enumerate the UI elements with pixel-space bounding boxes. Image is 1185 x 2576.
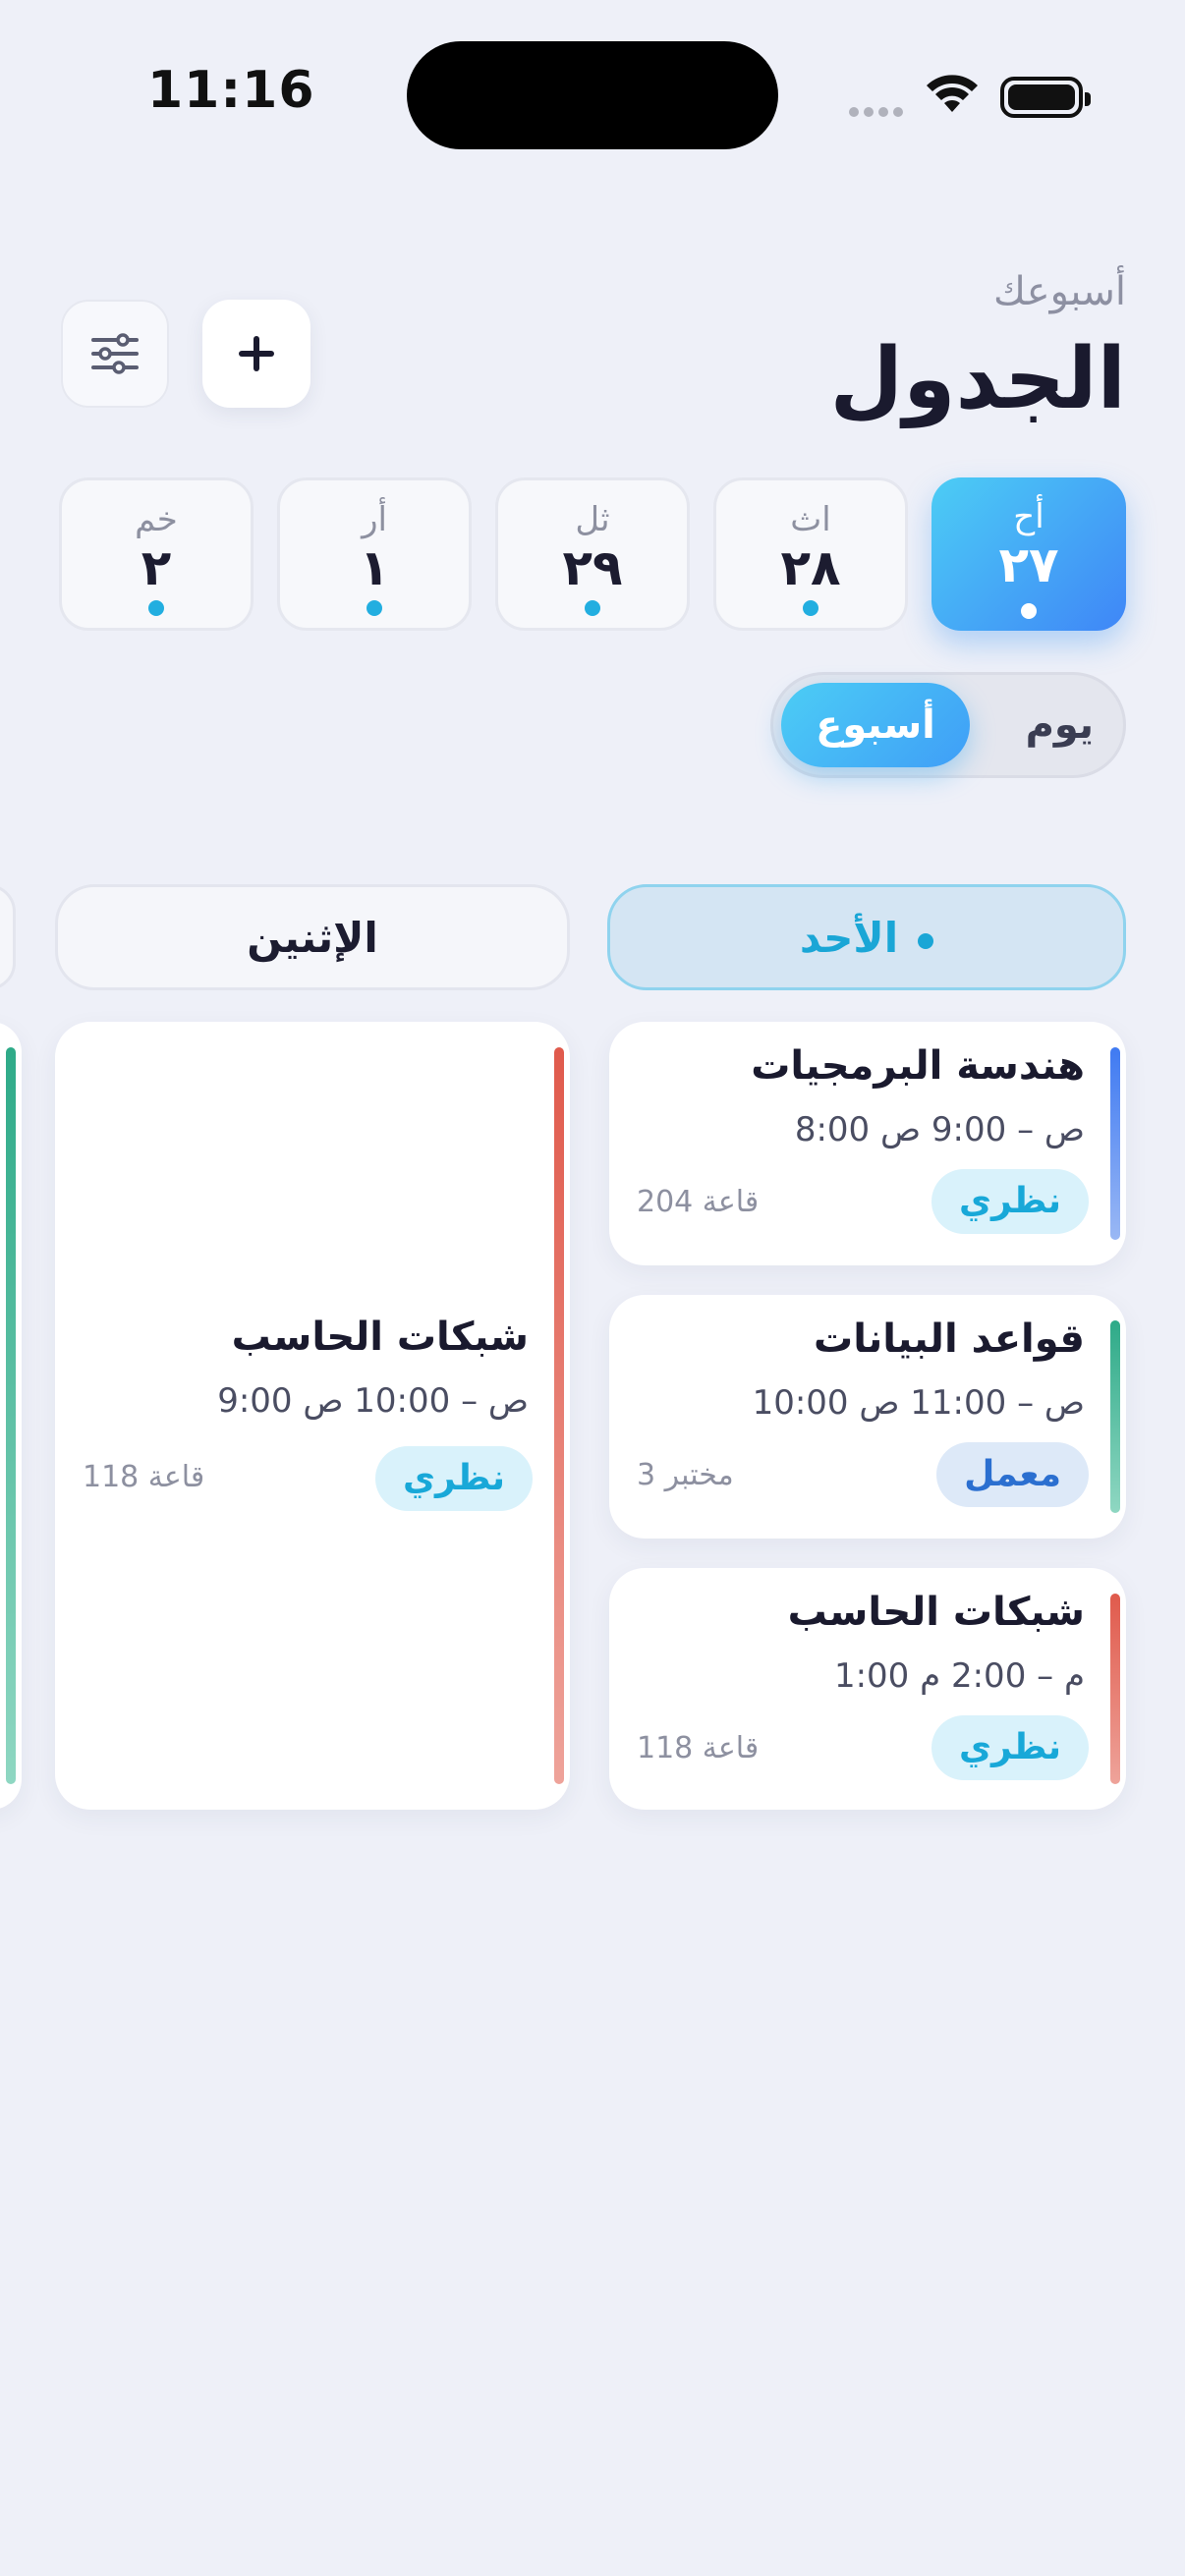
day-chip-date: ٢٨ [780, 539, 841, 596]
week-view-button[interactable]: أسبوع [781, 683, 970, 767]
class-card[interactable]: قواعد البيانات 10:00 ص – 11:00 ص معمل مخ… [609, 1295, 1126, 1539]
day-view-button[interactable]: يوم [1026, 683, 1094, 767]
day-chip-name: اث [790, 500, 831, 539]
column-header-sunday[interactable]: الأحد [607, 884, 1126, 990]
column-header-label: الأحد [799, 914, 899, 962]
class-card[interactable]: شبكات الحاسب 1:00 م – 2:00 م نظري قاعة 1… [609, 1568, 1126, 1810]
class-type-badge: نظري [931, 1169, 1089, 1234]
class-room: قاعة 204 [637, 1185, 760, 1219]
accent-bar [1110, 1320, 1120, 1513]
day-chip-name: أح [1013, 497, 1044, 536]
class-card[interactable]: شبكات الحاسب 9:00 ص – 10:00 ص نظري قاعة … [55, 1022, 570, 1810]
wifi-icon [924, 69, 981, 114]
page-title: الجدول [829, 330, 1126, 428]
class-card[interactable] [0, 1022, 22, 1810]
day-chip-thu[interactable]: خم ٢ [59, 477, 254, 631]
class-card[interactable]: هندسة البرمجيات 8:00 ص – 9:00 ص نظري قاع… [609, 1022, 1126, 1265]
event-dot [367, 600, 382, 616]
day-chip-name: ثل [575, 500, 610, 539]
accent-bar [554, 1047, 564, 1784]
accent-bar [1110, 1594, 1120, 1784]
day-chip-name: أر [362, 500, 387, 539]
column-header-monday[interactable]: الإثنين [55, 884, 570, 990]
sliders-icon [91, 333, 139, 374]
accent-bar [6, 1047, 16, 1784]
accent-bar [1110, 1047, 1120, 1240]
header-kicker: أسبوعك [993, 269, 1126, 314]
today-indicator [918, 932, 934, 949]
view-toggle: أسبوع يوم [770, 672, 1126, 778]
day-chip-date: ٢٩ [562, 539, 623, 596]
class-room: قاعة 118 [637, 1731, 760, 1765]
column-header-label: الإثنين [247, 914, 378, 962]
day-chips: أح ٢٧ اث ٢٨ ثل ٢٩ أر ١ خم ٢ [59, 477, 1126, 631]
class-title: شبكات الحاسب [231, 1315, 529, 1360]
class-title: هندسة البرمجيات [751, 1043, 1085, 1089]
day-chip-mon[interactable]: اث ٢٨ [713, 477, 908, 631]
day-chip-name: خم [135, 500, 178, 539]
day-chip-sun[interactable]: أح ٢٧ [931, 477, 1126, 631]
filter-button[interactable] [61, 300, 169, 408]
event-dot [803, 600, 818, 616]
class-title: شبكات الحاسب [787, 1590, 1085, 1635]
battery-icon [1000, 77, 1091, 118]
cellular-signal-icon [849, 102, 908, 117]
class-type-badge: معمل [936, 1442, 1089, 1507]
class-time: 9:00 ص – 10:00 ص [217, 1381, 529, 1421]
add-button[interactable] [202, 300, 310, 408]
class-type-badge: نظري [931, 1715, 1089, 1780]
event-dot [585, 600, 600, 616]
event-dot [1021, 603, 1037, 619]
column-header-tuesday[interactable] [0, 884, 16, 990]
plus-icon [239, 336, 274, 371]
class-time: 1:00 م – 2:00 م [833, 1656, 1085, 1696]
class-room: قاعة 118 [83, 1460, 205, 1494]
class-title: قواعد البيانات [814, 1316, 1085, 1362]
day-chip-date: ٢٧ [998, 536, 1059, 593]
class-time: 10:00 ص – 11:00 ص [752, 1383, 1085, 1423]
day-chip-date: ١ [359, 539, 390, 596]
day-chip-date: ٢ [141, 539, 172, 596]
class-type-badge: نظري [375, 1446, 533, 1511]
day-chip-tue[interactable]: ثل ٢٩ [495, 477, 690, 631]
status-time: 11:16 [147, 61, 315, 120]
class-time: 8:00 ص – 9:00 ص [794, 1110, 1085, 1149]
day-chip-wed[interactable]: أر ١ [277, 477, 472, 631]
class-room: مختبر 3 [637, 1458, 734, 1492]
event-dot [148, 600, 164, 616]
dynamic-island [407, 41, 778, 149]
